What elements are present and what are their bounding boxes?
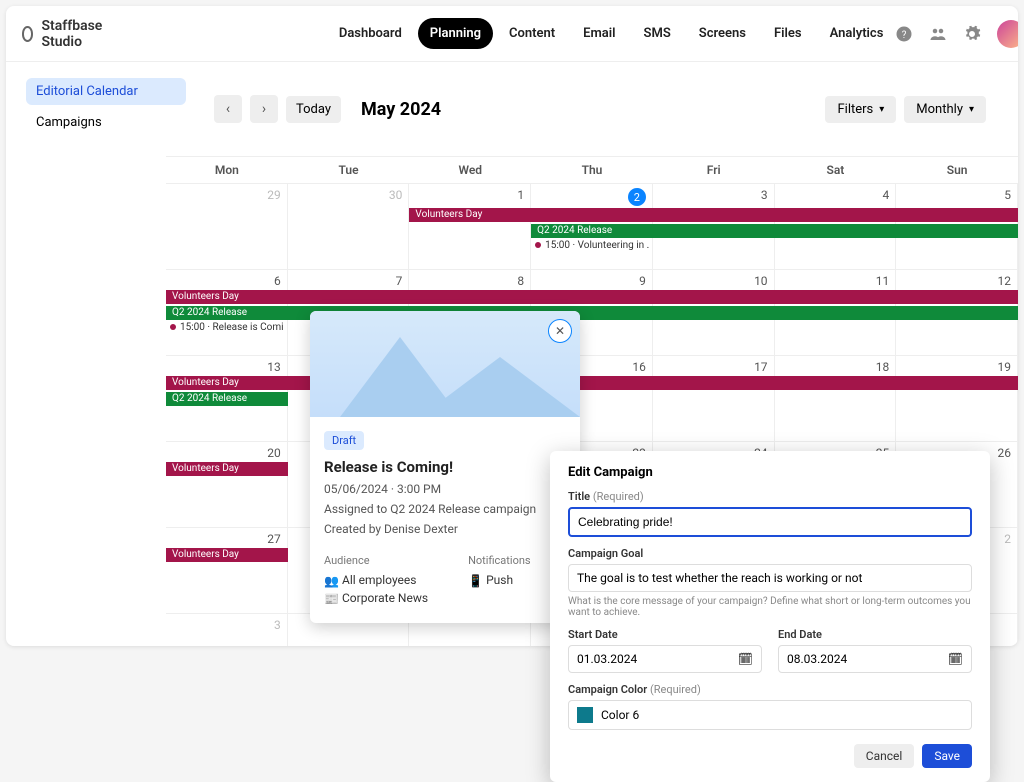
- end-date-input[interactable]: 08.03.2024🗓︎: [778, 645, 972, 673]
- calendar-title: May 2024: [361, 99, 441, 120]
- start-date-input[interactable]: 01.03.2024🗓︎: [568, 645, 762, 673]
- campaign-color-select[interactable]: Color 6: [568, 700, 972, 730]
- color-field-label: Campaign Color (Required): [568, 683, 972, 696]
- event-item[interactable]: 15:00 · Release is Comi...: [170, 322, 284, 333]
- close-icon[interactable]: ✕: [548, 319, 572, 343]
- news-icon: 📰: [324, 592, 336, 604]
- weekday-head: Sun: [896, 157, 1018, 183]
- sidebar-item-editorial[interactable]: Editorial Calendar: [26, 78, 186, 105]
- brand-logo-icon: [22, 26, 33, 42]
- event-image-placeholder: ✕: [310, 311, 580, 417]
- event-datetime: 05/06/2024 · 3:00 PM: [324, 482, 566, 496]
- event-bar-volunteers[interactable]: Volunteers Day: [166, 290, 1018, 304]
- phone-icon: 📱: [468, 574, 480, 586]
- weekday-head: Fri: [653, 157, 775, 183]
- gear-icon[interactable]: [963, 25, 981, 43]
- cancel-button[interactable]: Cancel: [854, 744, 915, 768]
- nav-analytics[interactable]: Analytics: [818, 18, 896, 49]
- event-details-popover: ✕ Draft Release is Coming! 05/06/2024 · …: [310, 311, 580, 623]
- chevron-down-icon: ▾: [879, 104, 884, 115]
- weekday-head: Sat: [775, 157, 897, 183]
- help-icon[interactable]: ?: [895, 25, 913, 43]
- goal-field-label: Campaign Goal: [568, 547, 972, 560]
- people-icon[interactable]: [929, 25, 947, 43]
- calendar-icon: 🗓︎: [738, 652, 753, 666]
- audience-item: 👥All employees: [324, 573, 428, 587]
- nav-planning[interactable]: Planning: [418, 18, 493, 49]
- nav-dashboard[interactable]: Dashboard: [327, 18, 414, 49]
- sidebar-item-campaigns[interactable]: Campaigns: [26, 109, 186, 136]
- weekday-head: Mon: [166, 157, 288, 183]
- status-badge: Draft: [324, 431, 364, 450]
- event-created: Created by Denise Dexter: [324, 522, 566, 536]
- next-month-button[interactable]: ›: [250, 95, 278, 123]
- edit-campaign-dialog: Edit Campaign Title (Required) Campaign …: [550, 451, 990, 782]
- campaign-title-input[interactable]: [568, 507, 972, 537]
- event-title: Release is Coming!: [324, 458, 566, 476]
- title-field-label: Title (Required): [568, 490, 972, 503]
- notification-item: 📱Push: [468, 573, 531, 587]
- audience-item: 📰Corporate News: [324, 591, 428, 605]
- campaign-goal-input[interactable]: The goal is to test whether the reach is…: [568, 564, 972, 592]
- prev-month-button[interactable]: ‹: [214, 95, 242, 123]
- nav-files[interactable]: Files: [762, 18, 814, 49]
- color-swatch-icon: [577, 707, 593, 723]
- calendar-icon: 🗓︎: [948, 652, 963, 666]
- audience-label: Audience: [324, 554, 428, 567]
- event-bar-volunteers[interactable]: Volunteers Day: [166, 462, 288, 476]
- view-dropdown[interactable]: Monthly▾: [904, 96, 986, 123]
- event-assigned: Assigned to Q2 2024 Release campaign: [324, 502, 566, 516]
- weekday-head: Wed: [409, 157, 531, 183]
- event-bar-release[interactable]: Q2 2024 Release: [166, 306, 1018, 320]
- nav-content[interactable]: Content: [497, 18, 567, 49]
- svg-text:?: ?: [902, 29, 907, 40]
- weekday-head: Tue: [288, 157, 410, 183]
- event-bar-volunteers[interactable]: Volunteers Day: [166, 376, 1018, 390]
- event-bar-release[interactable]: Q2 2024 Release: [531, 224, 1018, 238]
- event-bar-release[interactable]: Q2 2024 Release: [166, 392, 288, 406]
- filters-dropdown[interactable]: Filters▾: [825, 96, 896, 123]
- nav-email[interactable]: Email: [571, 18, 627, 49]
- brand: Staffbase Studio: [22, 18, 107, 50]
- start-date-label: Start Date: [568, 628, 762, 641]
- people-icon: 👥: [324, 574, 336, 586]
- event-item[interactable]: 15:00 · Volunteering in ...: [535, 240, 649, 251]
- main-nav: Dashboard Planning Content Email SMS Scr…: [327, 18, 896, 49]
- today-button[interactable]: Today: [286, 96, 341, 123]
- event-bar-volunteers[interactable]: Volunteers Day: [409, 208, 1018, 222]
- chevron-down-icon: ▾: [969, 104, 974, 115]
- brand-name: Staffbase Studio: [41, 18, 106, 50]
- event-bar-volunteers[interactable]: Volunteers Day: [166, 548, 288, 562]
- avatar[interactable]: [997, 20, 1018, 48]
- save-button[interactable]: Save: [922, 744, 972, 768]
- nav-screens[interactable]: Screens: [687, 18, 758, 49]
- nav-sms[interactable]: SMS: [632, 18, 683, 49]
- end-date-label: End Date: [778, 628, 972, 641]
- weekday-head: Thu: [531, 157, 653, 183]
- notifications-label: Notifications: [468, 554, 531, 567]
- dialog-title: Edit Campaign: [568, 465, 972, 480]
- goal-helper-text: What is the core message of your campaig…: [568, 596, 972, 618]
